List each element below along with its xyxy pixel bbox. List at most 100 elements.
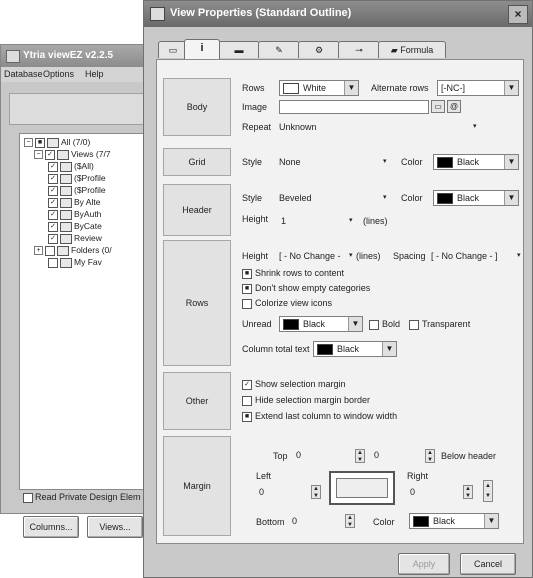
chevron-down-icon: ▼ [348,317,362,331]
bold-checkbox[interactable]: Bold [369,318,400,330]
margin-bottom-field[interactable]: 0 [289,515,341,529]
alternate-rows-dropdown[interactable]: [-NC-] ▼ [437,80,519,96]
checkbox-box[interactable] [242,298,252,309]
tab-formula[interactable]: ▰ Formula [378,41,446,58]
views-button[interactable]: Views... [87,516,143,538]
dont-show-empty-checkbox[interactable]: ■ Don't show empty categories [242,282,370,294]
checkbox-box[interactable] [409,319,419,330]
expand-icon[interactable]: + [34,246,43,256]
tree-item[interactable]: ✓ Review [48,233,102,244]
checkbox-box[interactable]: ■ [242,283,252,294]
header-color-label: Color [401,193,423,203]
folder-browse-icon[interactable]: ▭ [431,100,445,113]
grid-style-dropdown[interactable]: None ▾ [279,156,389,168]
tree-item[interactable]: ✓ By Alte [48,197,100,208]
margin-right-spinner[interactable]: ▲ ▼ [463,485,473,499]
tree-checkbox[interactable]: ✓ [48,209,58,220]
checkbox-box[interactable]: ■ [242,268,252,279]
tab-advanced[interactable]: ⚙ [298,41,340,58]
tree-checkbox[interactable]: ✓ [45,149,55,160]
tree-item[interactable]: ✓ ($Profile [48,173,106,184]
column-total-color-dropdown[interactable]: Black ▼ [313,341,397,357]
margin-left-field[interactable]: 0 [256,486,308,500]
transparent-checkbox[interactable]: Transparent [409,318,470,330]
margin-color-dropdown[interactable]: Black ▼ [409,513,499,529]
repeat-label: Repeat [242,122,272,132]
read-private-checkbox[interactable]: Read Private Design Elem [23,492,141,503]
tree-checkbox[interactable]: ✓ [48,173,58,184]
below-header-label: Below header [441,451,497,461]
tab-style[interactable]: ▬ [218,41,260,58]
header-style-dropdown[interactable]: Beveled ▾ [279,192,389,204]
tree-checkbox[interactable]: ✓ [48,233,58,244]
rows-height-dropdown[interactable]: [ - No Change - ▾ [279,250,359,262]
header-color-dropdown[interactable]: Black ▼ [433,190,519,206]
below-header-field[interactable]: 0 [371,449,423,463]
cancel-button[interactable]: Cancel [460,553,516,575]
checkbox-box[interactable] [369,319,379,330]
show-selection-margin-checkbox[interactable]: ✓ Show selection margin [242,378,346,390]
tree-item[interactable]: ✓ ByCate [48,221,102,232]
image-options-icon[interactable]: @ [447,100,461,113]
tree-checkbox[interactable]: ■ [35,137,45,148]
close-icon[interactable]: × [508,5,528,24]
columns-button[interactable]: Columns... [23,516,79,538]
checkbox-box[interactable] [242,395,252,406]
shrink-rows-checkbox[interactable]: ■ Shrink rows to content [242,267,344,279]
chevron-down-icon: ▼ [504,155,518,169]
tree-checkbox[interactable]: ✓ [48,185,58,196]
margin-bottom-label: Bottom [256,517,285,527]
layout-icon: ▭ [168,45,178,55]
color-swatch [413,516,429,528]
body-rows-color-dropdown[interactable]: White ▼ [279,80,359,96]
header-section-label: Header [163,184,231,236]
tree-checkbox[interactable]: ✓ [48,221,58,232]
margin-left-spinner[interactable]: ▲ ▼ [311,485,321,499]
extend-last-column-checkbox[interactable]: ■ Extend last column to window width [242,410,397,422]
header-height-dropdown[interactable]: 1 ▾ [281,215,361,227]
repeat-dropdown[interactable]: Unknown ▾ [279,121,479,133]
below-header-spinner[interactable]: ▲ ▼ [425,449,435,463]
margin-bottom-spinner[interactable]: ▲ ▼ [345,514,355,528]
hide-selection-border-checkbox[interactable]: Hide selection margin border [242,394,370,406]
header-style-label: Style [242,193,263,203]
dialog-titlebar[interactable]: View Properties (Standard Outline) × [144,1,532,27]
colorize-icons-checkbox[interactable]: Colorize view icons [242,297,332,309]
checkbox-box[interactable]: ✓ [242,379,252,390]
checkbox-box[interactable] [23,492,33,503]
image-label: Image [242,102,268,112]
tree-item[interactable]: My Fav [48,257,102,268]
margin-top-spinner[interactable]: ▲ ▼ [355,449,365,463]
checkbox-box[interactable]: ■ [242,411,252,422]
view-tree[interactable]: − ■ All (7/0) − ✓ Views (7/7 ✓ ($All) ✓ ($Prof… [19,133,159,490]
tab-info[interactable]: i [184,39,220,59]
tree-node-views[interactable]: − ✓ Views (7/7 [34,149,111,160]
tree-node-all[interactable]: − ■ All (7/0) [24,137,90,148]
grid-color-dropdown[interactable]: Black ▼ [433,154,519,170]
tab-key[interactable]: ⊸ [338,41,380,58]
margin-right-vertical-spinner[interactable]: ▲ ▼ [483,480,493,502]
dropdown-arrow-icon: ▾ [383,194,387,201]
spacing-dropdown[interactable]: [ - No Change - ] ▾ [431,250,521,262]
collapse-icon[interactable]: − [24,138,33,148]
margin-section-label: Margin [163,436,231,536]
tree-checkbox[interactable] [45,245,55,256]
margin-top-field[interactable]: 0 [293,449,355,463]
menu-help[interactable]: Help [85,69,104,79]
tree-item[interactable]: ✓ ($All) [48,161,94,172]
unread-color-dropdown[interactable]: Black ▼ [279,316,363,332]
tree-checkbox[interactable] [48,257,58,268]
main-window-titlebar[interactable]: Ytria viewEZ v2.2.5 [1,45,159,67]
margin-right-field[interactable]: 0 [407,486,459,500]
image-field[interactable] [279,100,429,114]
tree-item[interactable]: ✓ ($Profile [48,185,106,196]
menu-database[interactable]: Database [4,69,43,79]
tree-item[interactable]: ✓ ByAuth [48,209,101,220]
apply-button[interactable]: Apply [398,553,450,575]
tree-checkbox[interactable]: ✓ [48,197,58,208]
menu-options[interactable]: Options [43,69,74,79]
collapse-icon[interactable]: − [34,150,43,160]
tree-checkbox[interactable]: ✓ [48,161,58,172]
tab-options[interactable]: ✎ [258,41,300,58]
tree-node-folders[interactable]: + Folders (0/ [34,245,112,256]
